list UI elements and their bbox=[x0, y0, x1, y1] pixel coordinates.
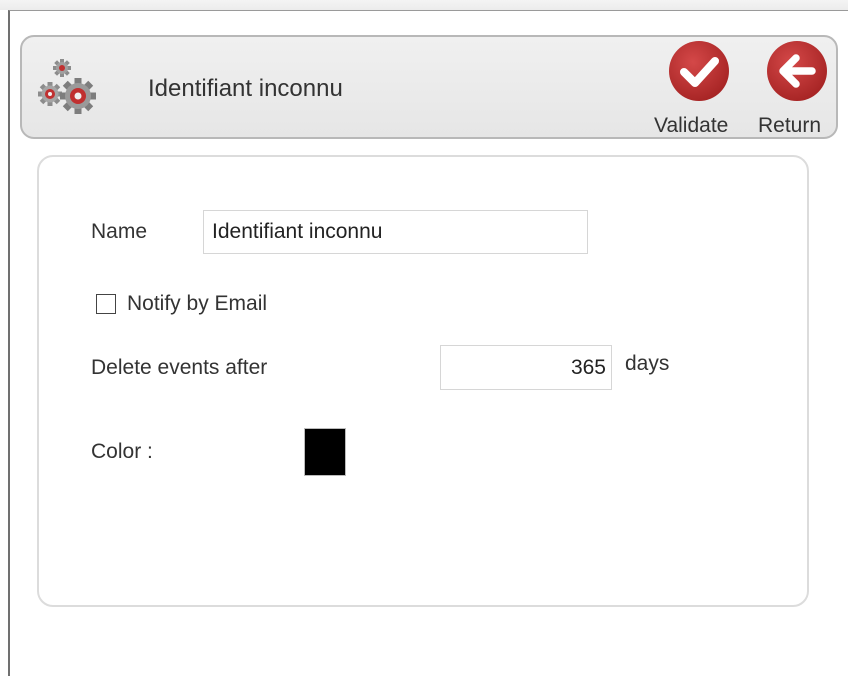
days-unit-label: days bbox=[625, 352, 670, 375]
window-top-strip bbox=[0, 0, 848, 10]
notify-label: Notify by Email bbox=[127, 292, 268, 315]
color-label: Color : bbox=[91, 440, 153, 463]
color-swatch[interactable] bbox=[304, 428, 346, 476]
return-button[interactable]: Return bbox=[756, 40, 836, 140]
validate-button[interactable]: Validate bbox=[654, 40, 746, 140]
delete-events-label: Delete events after bbox=[91, 356, 268, 379]
validate-label: Validate bbox=[654, 114, 729, 137]
arrow-left-icon bbox=[766, 40, 828, 102]
name-label: Name bbox=[91, 220, 148, 243]
gears-icon bbox=[36, 54, 108, 126]
page-title: Identifiant inconnu bbox=[148, 75, 343, 102]
delete-days-input[interactable] bbox=[440, 345, 612, 390]
check-icon bbox=[668, 40, 730, 102]
notify-checkbox[interactable] bbox=[96, 294, 116, 314]
name-input[interactable] bbox=[203, 210, 588, 254]
return-label: Return bbox=[758, 114, 822, 137]
